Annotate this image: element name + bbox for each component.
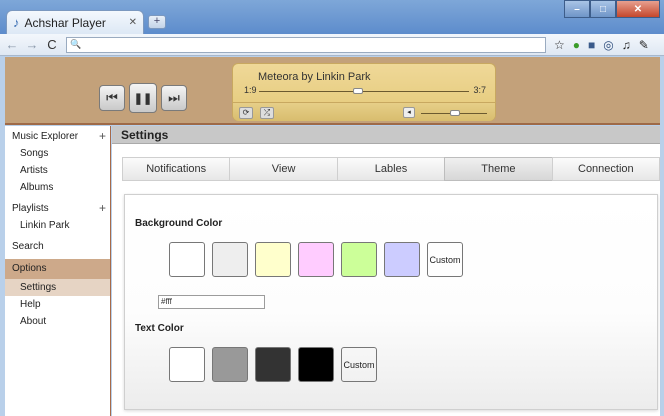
new-tab-button[interactable]: + (148, 15, 166, 29)
sidebar-item-music-explorer[interactable]: Music Explorer + (5, 128, 110, 145)
window-controls: – □ ✕ (564, 0, 660, 18)
bg-swatch-light-green[interactable] (341, 242, 377, 277)
music-note-icon: ♪ (13, 15, 20, 30)
sidebar-item-linkin-park[interactable]: Linkin Park (5, 217, 110, 234)
sidebar-item-label: Music Explorer (12, 131, 79, 142)
maximize-button[interactable]: □ (590, 0, 616, 18)
sidebar-item-options[interactable]: Options (5, 259, 110, 279)
next-icon: ⏭ (168, 90, 180, 105)
seek-handle[interactable] (352, 88, 363, 94)
now-playing-toolbar: ⟳ ⤮ ◂ (233, 102, 495, 121)
search-icon: 🔍 (70, 39, 82, 49)
volume-slider[interactable] (421, 110, 487, 116)
playback-controls: ⏮ ❚❚ ⏭ (99, 83, 187, 113)
sidebar-item-about[interactable]: About (5, 313, 110, 330)
sidebar-item-label: Playlists (12, 203, 49, 214)
browser-toolbar: ← → C 🔍 ☆ ● ■ ◎ ♫ ✎ (0, 34, 664, 56)
sidebar-item-artists[interactable]: Artists (5, 162, 110, 179)
bg-custom-button[interactable]: Custom (427, 242, 463, 277)
bg-swatch-white[interactable] (169, 242, 205, 277)
bg-swatch-light-yellow[interactable] (255, 242, 291, 277)
text-swatch-gray[interactable] (212, 347, 248, 382)
now-playing-panel: Meteora by Linkin Park 1:9 3:7 ⟳ ⤮ ◂ (232, 63, 496, 121)
tab-lables[interactable]: Lables (336, 157, 445, 181)
green-extension-icon[interactable]: ● (573, 38, 580, 52)
forward-button[interactable]: → (24, 37, 40, 52)
total-time: 3:7 (473, 85, 486, 95)
text-swatches: Custom (169, 347, 377, 382)
wrench-icon[interactable]: ✎ (639, 38, 649, 52)
swirl-extension-icon[interactable]: ◎ (603, 38, 613, 52)
current-time: 1:9 (244, 85, 257, 95)
bg-swatch-lavender[interactable] (384, 242, 420, 277)
next-button[interactable]: ⏭ (161, 85, 187, 111)
hex-color-input[interactable]: #fff (158, 295, 265, 309)
tab-view[interactable]: View (229, 157, 337, 181)
tab-close-icon[interactable]: ✕ (129, 17, 137, 28)
previous-icon: ⏮ (106, 90, 118, 105)
sidebar-item-songs[interactable]: Songs (5, 145, 110, 162)
plus-icon[interactable]: + (99, 200, 106, 217)
text-swatch-white[interactable] (169, 347, 205, 382)
repeat-icon[interactable]: ⟳ (239, 107, 253, 119)
bg-swatch-light-gray[interactable] (212, 242, 248, 277)
pause-button[interactable]: ❚❚ (129, 83, 157, 113)
browser-tab[interactable]: ♪ Achshar Player ✕ (6, 10, 144, 34)
headphones-icon[interactable]: ♫ (622, 38, 631, 52)
text-swatch-black[interactable] (298, 347, 334, 382)
sidebar-item-search[interactable]: Search (5, 238, 110, 255)
tab-connection[interactable]: Connection (551, 157, 661, 181)
address-bar[interactable]: 🔍 (66, 36, 546, 53)
sidebar-item-help[interactable]: Help (5, 296, 110, 313)
settings-tabs: Notifications View Lables Theme Connecti… (122, 157, 661, 181)
sidebar-item-settings[interactable]: Settings (5, 279, 110, 296)
text-swatch-dark-gray[interactable] (255, 347, 291, 382)
background-color-label: Background Color (135, 218, 223, 229)
toolbar-extension-icons: ☆ ● ■ ◎ ♫ ✎ (554, 38, 649, 52)
pause-icon: ❚❚ (133, 92, 153, 105)
theme-panel: Background Color Custom #fff Text Color … (124, 194, 658, 410)
now-playing-title: Meteora by Linkin Park (258, 71, 371, 83)
reload-button[interactable]: C (44, 37, 60, 52)
main-content: Settings Notifications View Lables Theme… (112, 126, 661, 416)
background-swatches: Custom (169, 242, 463, 277)
sidebar: Music Explorer + Songs Artists Albums Pl… (5, 126, 111, 416)
window-titlebar: ♪ Achshar Player ✕ + – □ ✕ (0, 0, 664, 34)
page-title: Settings (112, 126, 660, 144)
bg-swatch-pink[interactable] (298, 242, 334, 277)
minimize-button[interactable]: – (564, 0, 590, 18)
text-color-label: Text Color (135, 323, 184, 334)
tab-theme[interactable]: Theme (444, 157, 552, 181)
player-header: ⏮ ❚❚ ⏭ Meteora by Linkin Park 1:9 3:7 ⟳ … (5, 57, 660, 125)
sidebar-item-playlists[interactable]: Playlists + (5, 200, 110, 217)
shuffle-icon[interactable]: ⤮ (260, 107, 274, 119)
tab-title: Achshar Player (24, 15, 106, 30)
text-custom-button[interactable]: Custom (341, 347, 377, 382)
close-window-button[interactable]: ✕ (616, 0, 660, 18)
seek-bar[interactable] (259, 88, 469, 94)
tab-notifications[interactable]: Notifications (122, 157, 230, 181)
back-button[interactable]: ← (4, 37, 20, 52)
star-icon[interactable]: ☆ (554, 38, 565, 52)
camera-extension-icon[interactable]: ■ (588, 38, 595, 52)
volume-handle[interactable] (450, 110, 461, 116)
plus-icon[interactable]: + (99, 128, 106, 145)
sidebar-item-albums[interactable]: Albums (5, 179, 110, 196)
volume-icon[interactable]: ◂ (403, 107, 415, 118)
previous-button[interactable]: ⏮ (99, 85, 125, 111)
